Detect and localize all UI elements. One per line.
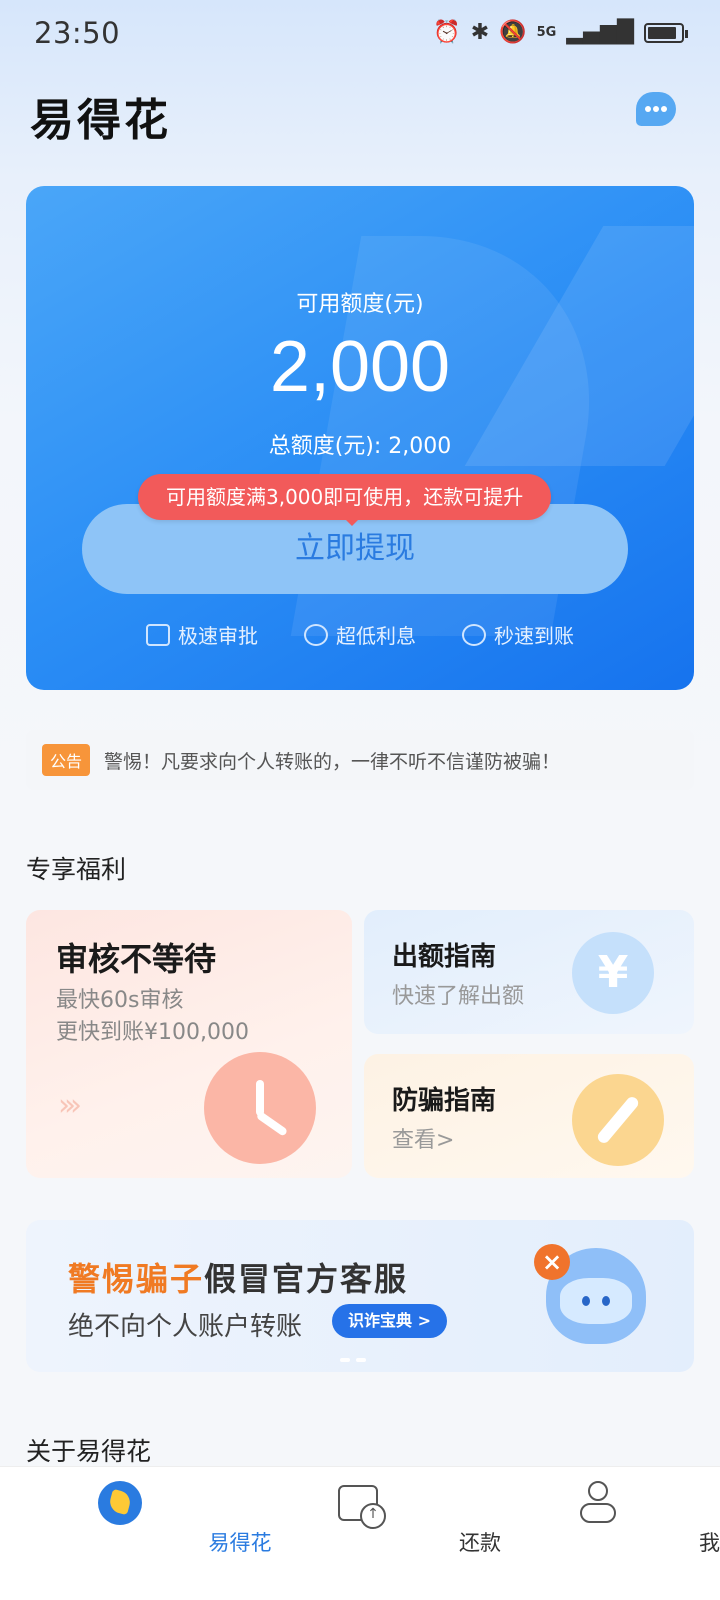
battery-icon: [644, 22, 688, 43]
chevrons-icon: ›››: [58, 1088, 82, 1123]
carousel-indicator: [340, 1358, 366, 1362]
clock-icon: [462, 623, 486, 646]
feature-label: 极速审批: [178, 624, 258, 648]
compass-icon: [572, 1074, 664, 1166]
approval-icon: [146, 623, 170, 646]
credit-card: 可用额度(元) 2,000 总额度(元): 2,000 立即提现 可用额度满3,…: [26, 186, 694, 690]
notice-text: 警惕！凡要求向个人转账的，一律不听不信谨防被骗！: [104, 750, 561, 773]
bluetooth-icon: ✱: [470, 20, 490, 45]
benefit-title: 出额指南: [392, 942, 497, 972]
fraud-guide-button[interactable]: 识诈宝典 >: [332, 1304, 447, 1338]
warning-x-icon: ×: [534, 1244, 570, 1280]
benefit-card-anti-fraud[interactable]: 防骗指南 查看>: [364, 1054, 694, 1178]
benefit-subtitle: 最快60s审核: [56, 988, 184, 1013]
notice-tag: 公告: [42, 744, 91, 776]
user-icon: [580, 1481, 616, 1523]
yen-icon: ¥: [572, 932, 654, 1014]
mute-icon: 🔕: [499, 20, 527, 45]
customer-service-chat-icon[interactable]: [636, 92, 676, 126]
app-title: 易得花: [30, 95, 171, 146]
app-logo-icon: [98, 1481, 142, 1525]
nav-repay[interactable]: 还款: [240, 1467, 501, 1600]
tooltip-arrow: [344, 518, 360, 526]
feature-instant-arrival: 秒速到账: [462, 620, 574, 649]
banner-title-rest: 假冒官方客服: [204, 1260, 409, 1298]
status-time: 23:50: [34, 16, 121, 50]
total-credit: 总额度(元): 2,000: [268, 434, 452, 459]
benefit-title: 防骗指南: [392, 1086, 497, 1116]
feature-low-interest: 超低利息: [304, 620, 416, 649]
repay-icon: [338, 1485, 386, 1529]
nav-home[interactable]: 易得花: [0, 1467, 272, 1600]
bottom-nav: 易得花 还款 我的: [0, 1466, 720, 1600]
benefit-subtitle: 查看>: [392, 1128, 455, 1153]
network-label: 5G: [536, 25, 557, 40]
feature-fast-approval: 极速审批: [146, 620, 258, 649]
anti-fraud-banner[interactable]: 警惕骗子假冒官方客服 绝不向个人账户转账 识诈宝典 > ×: [26, 1220, 694, 1372]
credit-tooltip: 可用额度满3,000即可使用，还款可提升: [138, 474, 552, 520]
about-section-title: 关于易得花: [26, 1437, 152, 1466]
benefit-title: 审核不等待: [56, 940, 217, 978]
available-credit-label: 可用额度(元): [296, 292, 424, 317]
benefit-subtitle: 更快到账¥100,000: [56, 1020, 249, 1045]
benefits-section-title: 专享福利: [26, 855, 127, 884]
nav-label: 我的: [699, 1531, 720, 1555]
benefit-subtitle: 快速了解出额: [392, 984, 525, 1009]
nav-me[interactable]: 我的: [480, 1467, 720, 1600]
available-credit-amount: 2,000: [269, 327, 451, 407]
banner-title: 警惕骗子假冒官方客服: [68, 1254, 408, 1300]
feature-label: 超低利息: [336, 624, 416, 648]
notice-bar[interactable]: 公告 警惕！凡要求向个人转账的，一律不听不信谨防被骗！: [26, 730, 694, 790]
feature-list: 极速审批 超低利息 秒速到账: [26, 620, 694, 649]
banner-title-highlight: 警惕骗子: [68, 1260, 205, 1298]
feature-label: 秒速到账: [494, 624, 574, 648]
status-icons: ⏰ ✱ 🔕 5G ▂▄▆█: [433, 20, 688, 45]
benefit-card-fast-review[interactable]: 审核不等待 最快60s审核 更快到账¥100,000 ›››: [26, 910, 352, 1178]
signal-icon: ▂▄▆█: [566, 20, 634, 45]
status-bar: 23:50 ⏰ ✱ 🔕 5G ▂▄▆█: [0, 0, 720, 68]
banner-subtitle: 绝不向个人账户转账: [68, 1312, 303, 1342]
benefit-card-credit-guide[interactable]: 出额指南 快速了解出额 ¥: [364, 910, 694, 1034]
coins-icon: [304, 623, 328, 646]
alarm-icon: ⏰: [433, 20, 461, 45]
clock-icon: [204, 1052, 316, 1164]
